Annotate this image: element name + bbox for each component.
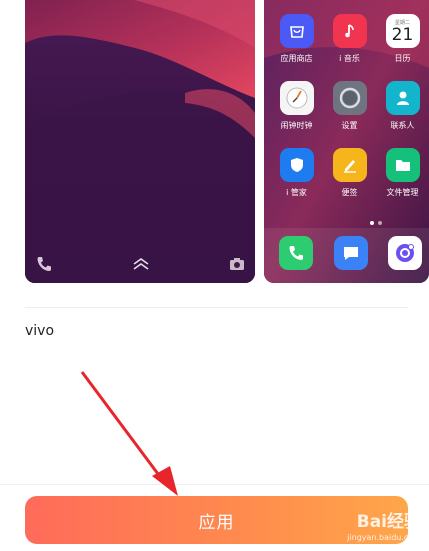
settings-icon [332, 81, 367, 115]
theme-name: vivo [25, 323, 55, 339]
file-manager-app[interactable]: 文件管理 [375, 148, 429, 198]
lock-screen-preview[interactable] [25, 0, 255, 283]
app-label: 便签 [341, 188, 358, 197]
contacts-app[interactable]: 联系人 [375, 81, 429, 131]
iguard-app[interactable]: i 管家 [269, 148, 324, 198]
phone-icon [37, 257, 51, 271]
notes-icon [332, 148, 367, 182]
clock-app[interactable]: 闹钟时钟 [269, 81, 324, 131]
page-dot [378, 221, 382, 225]
phone-icon[interactable] [279, 236, 313, 270]
camera-icon [230, 258, 244, 270]
app-label: 应用商店 [280, 54, 313, 63]
message-icon[interactable] [334, 236, 368, 270]
theme-preview-area: 应用商店 i 音乐 星期二 21 日历 闹钟时钟 设置 联系人 i 管家 便签 … [0, 0, 429, 300]
app-label: i 音乐 [339, 54, 360, 63]
app-store-icon [279, 14, 314, 48]
app-label: 联系人 [390, 121, 415, 130]
browser-icon[interactable] [388, 236, 422, 270]
lock-wallpaper [25, 0, 255, 283]
home-screen-preview[interactable]: 应用商店 i 音乐 星期二 21 日历 闹钟时钟 设置 联系人 i 管家 便签 … [264, 0, 429, 283]
dock [264, 228, 429, 283]
notes-app[interactable]: 便签 [322, 148, 377, 198]
app-label: 日历 [394, 54, 411, 63]
chevron-up-icon[interactable] [131, 255, 151, 273]
folder-icon [385, 148, 420, 182]
contacts-icon [385, 81, 420, 115]
music-app[interactable]: i 音乐 [322, 14, 377, 64]
app-label: 设置 [341, 121, 358, 130]
music-icon [332, 14, 367, 48]
calendar-app[interactable]: 星期二 21 日历 [375, 14, 429, 64]
shield-icon [279, 148, 314, 182]
page-indicator [368, 210, 384, 229]
calendar-day: 21 [391, 25, 414, 45]
watermark-main: Bai经验 [356, 512, 421, 532]
app-store[interactable]: 应用商店 [269, 14, 324, 64]
clock-icon [279, 81, 314, 115]
app-label: i 管家 [286, 188, 307, 197]
settings-app[interactable]: 设置 [322, 81, 377, 131]
page-dot-active [370, 221, 374, 225]
app-label: 闹钟时钟 [280, 121, 313, 130]
baidu-watermark: Bai经验 jingyan.baidu.com [347, 507, 421, 542]
app-label: 文件管理 [386, 188, 419, 197]
watermark-sub: jingyan.baidu.com [347, 533, 421, 542]
divider [25, 307, 408, 308]
calendar-icon: 星期二 21 [385, 14, 420, 48]
